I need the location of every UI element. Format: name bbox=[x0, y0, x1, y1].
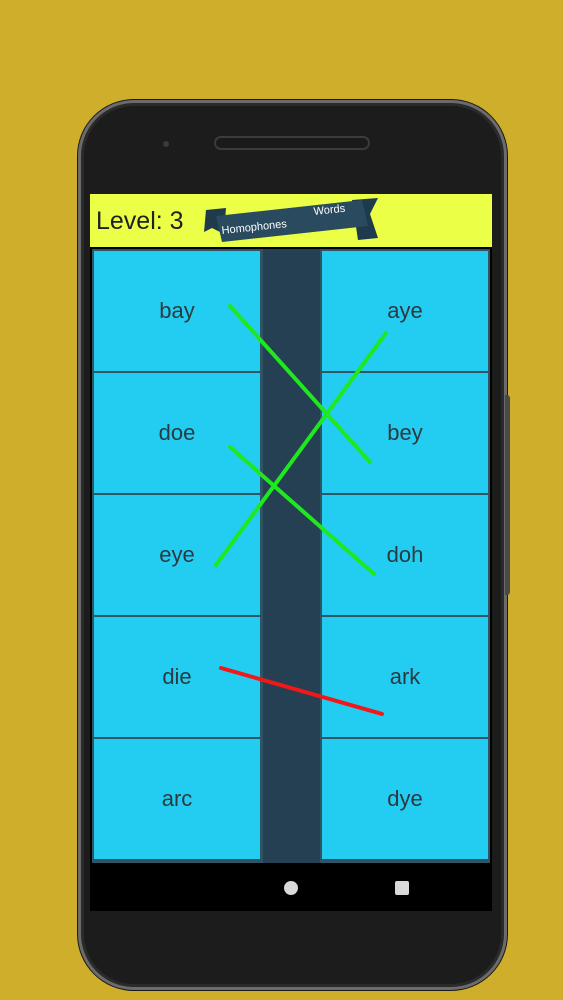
right-word-cell[interactable]: dye bbox=[322, 739, 488, 859]
left-word-cell[interactable]: die bbox=[94, 617, 260, 737]
android-nav-bar bbox=[90, 864, 492, 911]
left-word-label: doe bbox=[158, 420, 196, 445]
homophones-banner: Homophones Words bbox=[204, 198, 378, 242]
side-button bbox=[505, 395, 510, 595]
left-word-label: die bbox=[162, 664, 192, 689]
right-word-label: ark bbox=[389, 664, 421, 689]
left-word-cell[interactable]: doe bbox=[94, 373, 260, 493]
left-word-cell[interactable]: eye bbox=[94, 495, 260, 615]
left-word-label: bay bbox=[159, 298, 195, 323]
level-indicator: Level: 3 bbox=[96, 207, 184, 235]
right-word-cell[interactable]: ark bbox=[322, 617, 488, 737]
right-word-label: doh bbox=[386, 542, 424, 567]
right-word-label: dye bbox=[387, 786, 423, 811]
earpiece-speaker bbox=[214, 136, 370, 150]
right-word-cell[interactable]: doh bbox=[322, 495, 488, 615]
left-word-cell[interactable]: arc bbox=[94, 739, 260, 859]
right-word-label: aye bbox=[387, 298, 423, 323]
right-word-cell[interactable]: aye bbox=[322, 251, 488, 371]
right-word-label: bey bbox=[387, 420, 423, 445]
left-word-label: eye bbox=[159, 542, 195, 567]
top-bar: Level: 3 Homophones Words bbox=[90, 194, 492, 247]
left-word-cell[interactable]: bay bbox=[94, 251, 260, 371]
home-icon[interactable] bbox=[284, 881, 298, 895]
right-word-cell[interactable]: bey bbox=[322, 373, 488, 493]
center-divider bbox=[263, 249, 320, 863]
recents-icon[interactable] bbox=[395, 881, 409, 895]
front-camera-icon bbox=[163, 141, 169, 147]
matching-grid: bay doe eye die arc aye bey doh ark dye bbox=[92, 249, 490, 863]
app-screen: Level: 3 Homophones Words bay doe eye di… bbox=[90, 194, 492, 911]
left-word-label: arc bbox=[161, 786, 193, 811]
